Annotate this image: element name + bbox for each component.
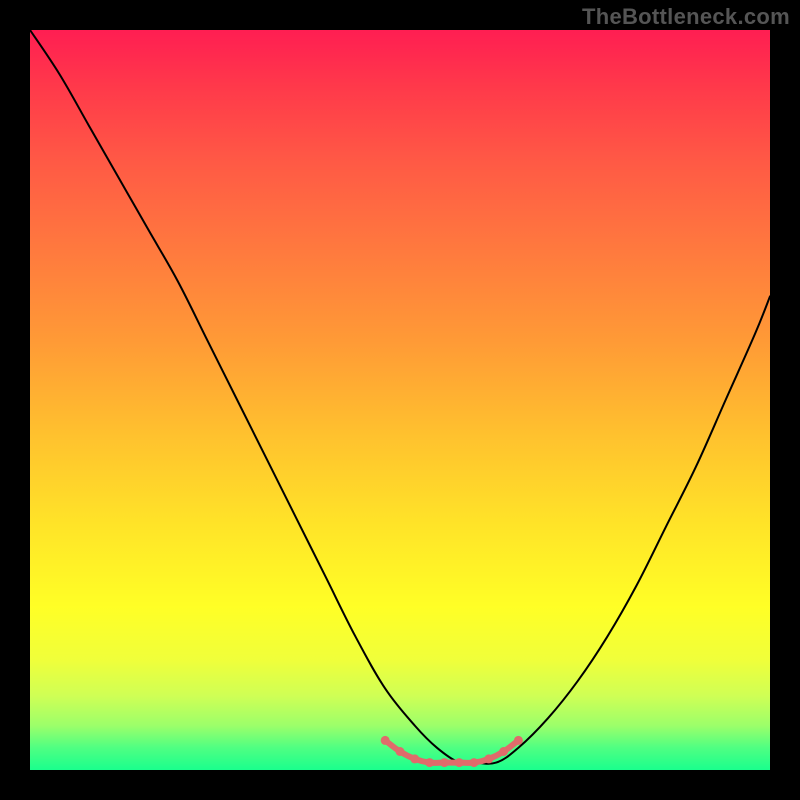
plot-area: [30, 30, 770, 770]
curve-svg: [30, 30, 770, 770]
highlight-dot: [396, 747, 405, 756]
highlight-dot: [410, 754, 419, 763]
highlight-dot: [425, 758, 434, 767]
highlight-dot: [440, 758, 449, 767]
watermark-text: TheBottleneck.com: [582, 4, 790, 30]
highlight-dot: [499, 747, 508, 756]
highlight-dot: [470, 758, 479, 767]
highlight-dot: [484, 754, 493, 763]
chart-frame: TheBottleneck.com: [0, 0, 800, 800]
series-curve: [30, 30, 770, 764]
highlight-dot: [514, 736, 523, 745]
highlight-dot: [455, 758, 464, 767]
highlight-dot: [381, 736, 390, 745]
